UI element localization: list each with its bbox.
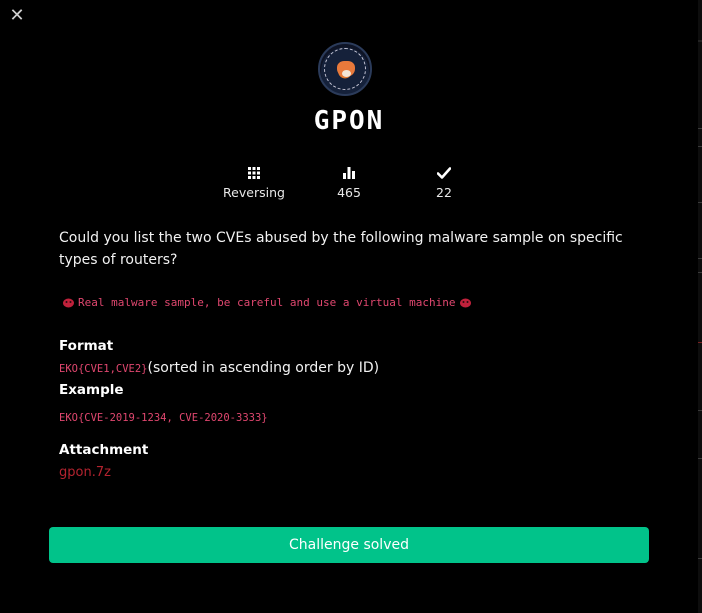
format-heading: Format [59, 338, 114, 354]
example-line: EKO{CVE-2019-1234, CVE-2020-3333} [59, 406, 268, 425]
stat-category-label: Reversing [223, 185, 285, 200]
challenge-title: GPON [313, 106, 385, 136]
virus-icon [459, 297, 472, 308]
example-code: EKO{CVE-2019-1234, CVE-2020-3333} [59, 412, 268, 424]
stat-category: Reversing [209, 165, 299, 200]
challenge-description: Could you list the two CVEs abused by th… [59, 230, 623, 268]
example-heading: Example [59, 382, 124, 398]
background-page-edge [698, 0, 702, 613]
stat-solves: 22 [399, 165, 489, 200]
checkmark-icon [399, 165, 489, 181]
stat-solves-label: 22 [436, 185, 452, 200]
format-line: EKO{CVE1,CVE2}(sorted in ascending order… [59, 360, 379, 376]
format-code: EKO{CVE1,CVE2} [59, 363, 148, 375]
malware-warning-text: Real malware sample, be careful and use … [78, 296, 456, 309]
stat-points: 465 [304, 165, 394, 200]
format-note: (sorted in ascending order by ID) [147, 360, 380, 376]
virus-icon [62, 297, 75, 308]
challenge-stats: Reversing 465 22 [0, 165, 698, 205]
attachment-heading: Attachment [59, 442, 149, 458]
challenge-logo [318, 42, 372, 96]
stat-points-label: 465 [337, 185, 361, 200]
challenge-solved-button[interactable]: Challenge solved [49, 527, 649, 563]
attachment-link[interactable]: gpon.7z [59, 465, 111, 480]
close-icon[interactable]: ✕ [8, 6, 26, 26]
grid-icon [209, 165, 299, 181]
bar-chart-icon [304, 165, 394, 181]
malware-warning: Real malware sample, be careful and use … [62, 296, 472, 309]
